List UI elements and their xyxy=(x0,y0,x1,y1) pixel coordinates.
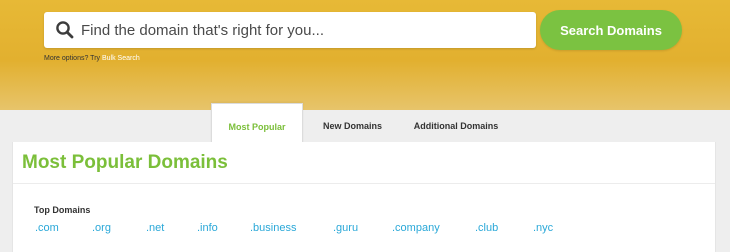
top-domains-label: Top Domains xyxy=(34,205,91,215)
tld-link-business[interactable]: .business xyxy=(250,222,296,234)
domain-tabs: Most Popular New Domains Additional Doma… xyxy=(0,103,730,149)
tld-link-nyc[interactable]: .nyc xyxy=(533,222,553,234)
tab-new-domains[interactable]: New Domains xyxy=(305,110,400,142)
section-title: Most Popular Domains xyxy=(22,152,228,173)
domain-search-input[interactable] xyxy=(81,21,521,39)
tld-link-net[interactable]: .net xyxy=(146,222,164,234)
tld-link-company[interactable]: .company xyxy=(392,222,440,234)
search-domains-button[interactable]: Search Domains xyxy=(540,10,682,50)
search-icon xyxy=(53,18,77,42)
tld-link-info[interactable]: .info xyxy=(197,222,218,234)
tld-link-org[interactable]: .org xyxy=(92,222,111,234)
more-options-label: More options? Try xyxy=(44,55,101,62)
bulk-search-link[interactable]: Bulk Search xyxy=(102,55,140,62)
tld-link-guru[interactable]: .guru xyxy=(333,222,358,234)
hero-banner: Search Domains More options? Try Bulk Se… xyxy=(0,0,730,110)
tld-link-club[interactable]: .club xyxy=(475,222,498,234)
divider xyxy=(13,183,715,184)
more-options-text: More options? Try Bulk Search xyxy=(44,55,140,62)
tld-link-com[interactable]: .com xyxy=(35,222,59,234)
tab-additional-domains[interactable]: Additional Domains xyxy=(400,110,512,142)
search-box[interactable] xyxy=(44,12,536,48)
domains-panel: Most Popular Domains Top Domains .com .o… xyxy=(12,142,716,252)
